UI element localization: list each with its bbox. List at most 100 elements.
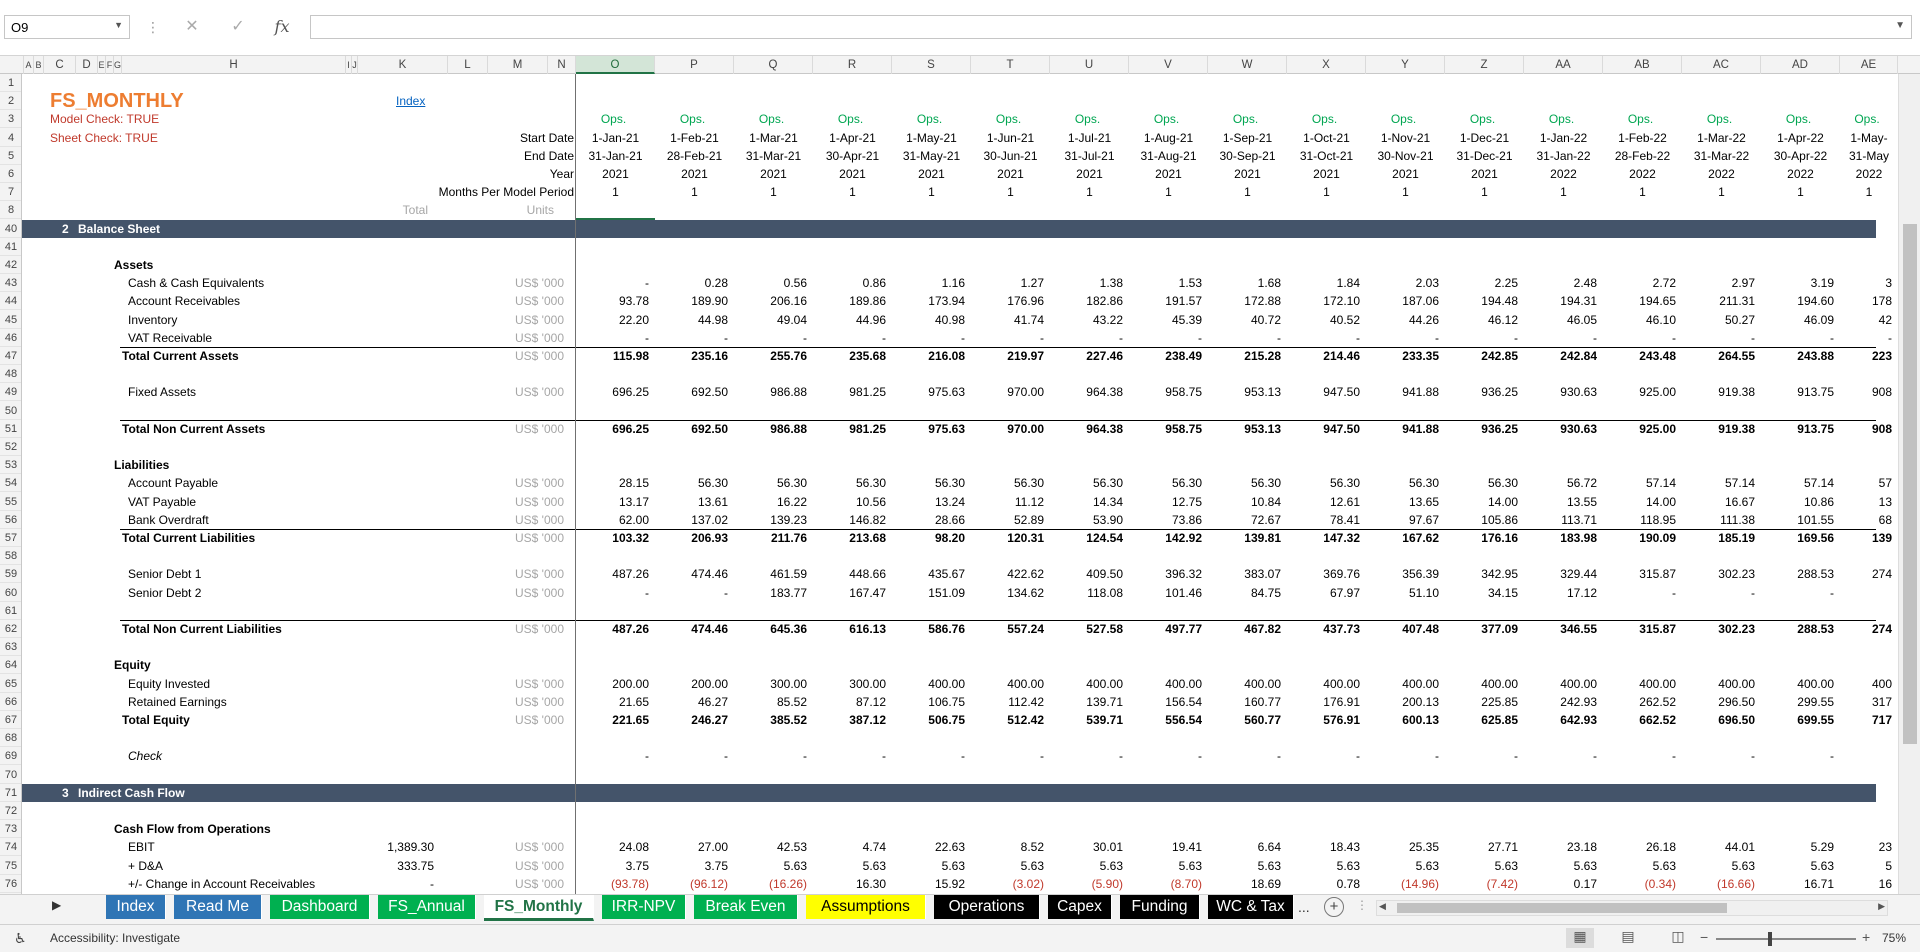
value-cell[interactable]: 57.14 [1682,474,1755,492]
value-cell[interactable]: 262.52 [1603,693,1676,711]
value-cell[interactable]: 2.48 [1524,274,1597,292]
value-cell[interactable]: 255.76 [734,347,807,365]
value-cell[interactable]: 14.34 [1050,493,1123,511]
value-cell[interactable]: 930.63 [1524,420,1597,438]
value-cell[interactable]: 497.77 [1129,620,1202,638]
value-cell[interactable]: 12.61 [1287,493,1360,511]
value-cell[interactable]: 645.36 [734,620,807,638]
value-cell[interactable]: - [1208,329,1281,347]
value-cell[interactable]: 235.68 [813,347,886,365]
value-cell[interactable]: 288.53 [1761,565,1834,583]
column-header-e[interactable]: E [98,56,106,74]
row-header[interactable]: 57 [0,529,21,547]
value-cell[interactable]: 2.25 [1445,274,1518,292]
value-cell[interactable]: 975.63 [892,420,965,438]
value-cell[interactable]: 0.56 [734,274,807,292]
value-cell[interactable]: 25.35 [1366,838,1439,856]
value-cell[interactable]: 936.25 [1445,383,1518,401]
value-cell[interactable]: 106.75 [892,693,965,711]
row-header[interactable]: 65 [0,675,21,693]
value-cell[interactable]: 3.75 [655,857,728,875]
column-header-h[interactable]: H [122,56,346,74]
value-cell[interactable]: 13.61 [655,493,728,511]
value-cell[interactable]: 85.52 [734,693,807,711]
value-cell[interactable]: 953.13 [1208,420,1281,438]
value-cell[interactable]: 12.75 [1129,493,1202,511]
value-cell[interactable]: 10.86 [1761,493,1834,511]
value-cell[interactable]: 299.55 [1761,693,1834,711]
value-cell[interactable]: 56.30 [1129,474,1202,492]
column-header-m[interactable]: M [488,56,548,74]
row-header[interactable]: 58 [0,547,21,565]
value-cell[interactable]: 87.12 [813,693,886,711]
value-cell[interactable]: 178 [1840,292,1892,310]
row-header[interactable]: 52 [0,438,21,456]
row-header[interactable]: 62 [0,620,21,638]
value-cell[interactable]: 400.00 [1287,675,1360,693]
value-cell[interactable]: 40.52 [1287,311,1360,329]
value-cell[interactable]: 46.12 [1445,311,1518,329]
value-cell[interactable]: 692.50 [655,420,728,438]
value-cell[interactable]: 34.15 [1445,584,1518,602]
value-cell[interactable]: 215.28 [1208,347,1281,365]
value-cell[interactable]: (3.02) [971,875,1044,893]
value-cell[interactable]: 41.74 [971,311,1044,329]
sheet-tab-fs-monthly[interactable]: FS_Monthly [484,895,594,921]
column-header-ab[interactable]: AB [1603,56,1682,74]
value-cell[interactable]: 56.30 [734,474,807,492]
chevron-down-icon[interactable]: ▼ [114,20,123,30]
value-cell[interactable]: 1.38 [1050,274,1123,292]
value-cell[interactable]: 194.65 [1603,292,1676,310]
value-cell[interactable]: 600.13 [1366,711,1439,729]
value-cell[interactable]: 487.26 [576,565,649,583]
value-cell[interactable]: - [1524,747,1597,765]
value-cell[interactable]: 189.86 [813,292,886,310]
column-header-z[interactable]: Z [1445,56,1524,74]
value-cell[interactable]: 586.76 [892,620,965,638]
value-cell[interactable]: 296.50 [1682,693,1755,711]
column-header-p[interactable]: P [655,56,734,74]
enter-icon[interactable]: ✓ [220,15,256,39]
add-sheet-icon[interactable]: + [1324,897,1344,917]
row-header[interactable]: 41 [0,238,21,256]
value-cell[interactable]: 49.04 [734,311,807,329]
scroll-thumb[interactable] [1903,224,1917,744]
value-cell[interactable]: 377.09 [1445,620,1518,638]
value-cell[interactable]: 134.62 [971,584,1044,602]
value-cell[interactable]: - [813,329,886,347]
value-cell[interactable]: 342.95 [1445,565,1518,583]
row-header[interactable]: 4 [0,129,21,147]
value-cell[interactable]: 243.88 [1761,347,1834,365]
sheet-tab-funding[interactable]: Funding [1120,895,1200,919]
value-cell[interactable]: 15.92 [892,875,965,893]
value-cell[interactable]: 242.85 [1445,347,1518,365]
value-cell[interactable]: 400.00 [1366,675,1439,693]
value-cell[interactable]: 10.56 [813,493,886,511]
value-cell[interactable]: 400.00 [1050,675,1123,693]
value-cell[interactable]: 696.25 [576,383,649,401]
column-header-r[interactable]: R [813,56,892,74]
value-cell[interactable]: 16.30 [813,875,886,893]
value-cell[interactable]: 46.27 [655,693,728,711]
value-cell[interactable]: 400.00 [1761,675,1834,693]
column-header-g[interactable]: G [114,56,122,74]
value-cell[interactable]: 118.95 [1603,511,1676,529]
row-header[interactable]: 1 [0,74,21,92]
value-cell[interactable]: - [1129,747,1202,765]
value-cell[interactable]: 16.67 [1682,493,1755,511]
column-header-ad[interactable]: AD [1761,56,1840,74]
value-cell[interactable]: 57.14 [1761,474,1834,492]
tab-scroll-right-icon[interactable]: ▶ [52,898,61,912]
row-header[interactable]: 8 [0,201,21,219]
value-cell[interactable] [1840,584,1892,602]
value-cell[interactable]: 696.25 [576,420,649,438]
value-cell[interactable]: 448.66 [813,565,886,583]
value-cell[interactable]: 62.00 [576,511,649,529]
column-header-l[interactable]: L [448,56,488,74]
sheet-tab-capex[interactable]: Capex [1048,895,1112,919]
value-cell[interactable]: - [892,747,965,765]
value-cell[interactable]: 315.87 [1603,565,1676,583]
value-cell[interactable]: - [892,329,965,347]
value-cell[interactable]: 227.46 [1050,347,1123,365]
value-cell[interactable]: 46.10 [1603,311,1676,329]
